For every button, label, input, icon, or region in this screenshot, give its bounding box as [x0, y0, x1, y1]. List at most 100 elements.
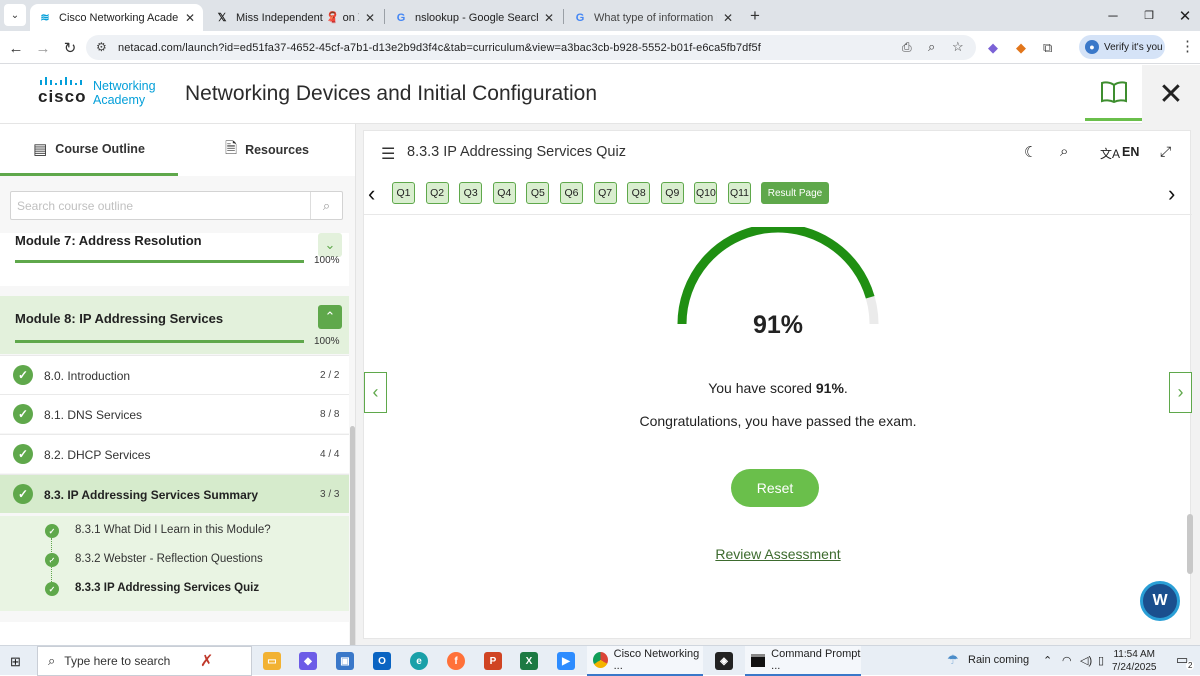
- store-icon[interactable]: ▣: [336, 652, 354, 670]
- close-icon: ✕: [1158, 78, 1184, 111]
- chrome-icon: [593, 652, 608, 668]
- close-course-button[interactable]: ✕: [1142, 65, 1200, 124]
- new-tab-button[interactable]: +: [744, 5, 766, 27]
- list-item[interactable]: ✓ 8.0. Introduction 2 / 2: [0, 355, 349, 394]
- profile-avatar-icon: ●: [1085, 40, 1099, 54]
- network-icon[interactable]: ◠: [1062, 654, 1072, 667]
- powerpoint-icon[interactable]: P: [484, 652, 502, 670]
- weather-text[interactable]: Rain coming: [968, 654, 1029, 666]
- extensions-puzzle-icon[interactable]: ⧉: [1043, 40, 1052, 56]
- question-button-q4[interactable]: Q4: [492, 182, 516, 204]
- edge-icon[interactable]: e: [410, 652, 428, 670]
- course-book-button[interactable]: [1085, 65, 1142, 121]
- zoom-icon[interactable]: ⌕: [928, 39, 935, 55]
- extension-metamask-icon[interactable]: ◆: [1016, 40, 1026, 56]
- translate-icon[interactable]: ⽂A: [1100, 145, 1120, 162]
- volume-icon[interactable]: ◁): [1080, 654, 1092, 667]
- sub-item[interactable]: ✓ 8.3.2 Webster - Reflection Questions: [0, 545, 349, 574]
- more-menu-icon[interactable]: ⋮: [1180, 37, 1195, 55]
- reload-button[interactable]: ↻: [59, 37, 81, 59]
- search-course-outline-input[interactable]: [11, 192, 301, 219]
- browser-tab-netacad[interactable]: ≋ Cisco Networking Academy: Ne ✕: [30, 4, 203, 31]
- bookmark-star-icon[interactable]: ☆: [952, 39, 964, 55]
- sidebar-tabs: ▤ Course Outline 🗎 Resources: [0, 124, 355, 176]
- sub-item-label: 8.3.1 What Did I Learn in this Module?: [75, 524, 271, 536]
- install-app-icon[interactable]: ⎙: [902, 40, 912, 55]
- close-window-button[interactable]: ✕: [1162, 0, 1200, 31]
- browser-tab-x[interactable]: 𝕏 Miss Independent 🧣 on X: "My ✕: [207, 4, 383, 31]
- list-item-selected[interactable]: ✓ 8.3. IP Addressing Services Summary 3 …: [0, 474, 349, 513]
- question-button-q1[interactable]: Q1: [392, 182, 415, 204]
- browser-tab-google-nslookup[interactable]: G nslookup - Google Search ✕: [386, 4, 562, 31]
- result-page-button[interactable]: Result Page: [761, 182, 829, 204]
- forward-button[interactable]: →: [32, 37, 54, 59]
- tab-separator: [563, 9, 564, 24]
- copilot-icon[interactable]: ◆: [299, 652, 317, 670]
- browser-tab-google-info[interactable]: G What type of information is con ✕: [565, 4, 741, 31]
- list-item[interactable]: ✓ 8.1. DNS Services 8 / 8: [0, 394, 349, 433]
- close-tab-icon[interactable]: ✕: [544, 11, 554, 25]
- close-tab-icon[interactable]: ✕: [723, 11, 733, 25]
- battery-icon[interactable]: ▯: [1098, 654, 1104, 667]
- question-button-q2[interactable]: Q2: [425, 182, 449, 204]
- collapse-menu-icon[interactable]: ☰: [381, 144, 395, 164]
- next-arrow-icon[interactable]: ›: [1168, 181, 1175, 207]
- tab-course-outline[interactable]: ▤ Course Outline: [0, 124, 178, 176]
- cisco-networking-academy-logo[interactable]: cisco Networking Academy: [38, 77, 156, 107]
- close-tab-icon[interactable]: ✕: [185, 11, 195, 25]
- question-button-q5[interactable]: Q5: [526, 182, 550, 204]
- file-explorer-icon[interactable]: ▭: [263, 652, 281, 670]
- back-button[interactable]: ←: [5, 37, 27, 59]
- clock-date: 7/24/2025: [1112, 662, 1157, 673]
- tray-chevron-icon[interactable]: ⌃: [1043, 654, 1052, 667]
- question-button-q7[interactable]: Q7: [593, 182, 617, 204]
- search-icon[interactable]: ⌕: [1060, 143, 1068, 160]
- verify-profile-button[interactable]: ● Verify it's you: [1079, 35, 1165, 59]
- question-button-q11[interactable]: Q11: [728, 182, 751, 204]
- reset-button[interactable]: Reset: [731, 469, 819, 507]
- sub-item[interactable]: ✓ 8.3.1 What Did I Learn in this Module?: [0, 516, 349, 545]
- excel-icon[interactable]: X: [520, 652, 538, 670]
- taskbar-app-cmd[interactable]: Command Prompt ...: [745, 646, 861, 676]
- taskbar-search[interactable]: ⌕ Type here to search ✗: [37, 646, 252, 676]
- outlook-icon[interactable]: O: [373, 652, 391, 670]
- chevron-down-icon[interactable]: ⌄: [318, 233, 342, 257]
- address-bar[interactable]: ⚙ netacad.com/launch?id=ed51fa37-4652-45…: [86, 35, 976, 60]
- module-8-header[interactable]: Module 8: IP Addressing Services ⌃ 100%: [0, 296, 349, 354]
- sidebar-scrollbar[interactable]: [350, 426, 355, 645]
- weather-icon[interactable]: ☂: [947, 652, 959, 668]
- dark-mode-moon-icon[interactable]: ☾: [1024, 143, 1037, 161]
- question-button-q8[interactable]: Q8: [627, 182, 651, 204]
- fullscreen-icon[interactable]: ⤢: [1160, 143, 1171, 160]
- chevron-up-icon[interactable]: ⌃: [318, 305, 342, 329]
- question-button-q6[interactable]: Q6: [560, 182, 583, 204]
- review-assessment-link[interactable]: Review Assessment: [364, 546, 1192, 562]
- webex-assistant-icon[interactable]: W: [1140, 581, 1180, 621]
- close-tab-icon[interactable]: ✕: [365, 11, 375, 25]
- item-count: 3 / 3: [320, 489, 340, 500]
- quiz-card: ☰ 8.3.3 IP Addressing Services Quiz ☾ ⌕ …: [363, 130, 1192, 639]
- tab-resources[interactable]: 🗎 Resources: [178, 124, 355, 176]
- prev-arrow-icon[interactable]: ‹: [368, 181, 375, 207]
- tab-search-button[interactable]: ⌄: [4, 4, 26, 26]
- zoom-icon[interactable]: ▶: [557, 652, 575, 670]
- search-icon[interactable]: ⌕: [310, 192, 342, 219]
- site-info-icon[interactable]: ⚙: [96, 40, 107, 54]
- language-label[interactable]: EN: [1122, 145, 1139, 159]
- module-7-header[interactable]: Module 7: Address Resolution ⌄ 100%: [0, 233, 349, 286]
- question-button-q10[interactable]: Q10: [694, 182, 718, 204]
- unity-icon[interactable]: ◈: [715, 652, 733, 670]
- taskbar-search-placeholder: Type here to search: [64, 654, 171, 668]
- firefox-icon[interactable]: f: [447, 652, 465, 670]
- sub-item-current[interactable]: ✓ 8.3.3 IP Addressing Services Quiz: [0, 574, 349, 611]
- windows-start-icon[interactable]: ⊞: [10, 654, 21, 670]
- next-page-button[interactable]: ›: [1169, 372, 1192, 413]
- clock[interactable]: 11:54 AM 7/24/2025: [1112, 648, 1157, 674]
- main-scrollbar[interactable]: [1187, 514, 1193, 574]
- question-button-q3[interactable]: Q3: [459, 182, 483, 204]
- list-item[interactable]: ✓ 8.2. DHCP Services 4 / 4: [0, 434, 349, 473]
- prev-page-button[interactable]: ‹: [364, 372, 387, 413]
- taskbar-app-chrome[interactable]: Cisco Networking ...: [587, 646, 703, 676]
- extension-copilot-icon[interactable]: ◆: [988, 40, 998, 56]
- question-button-q9[interactable]: Q9: [660, 182, 684, 204]
